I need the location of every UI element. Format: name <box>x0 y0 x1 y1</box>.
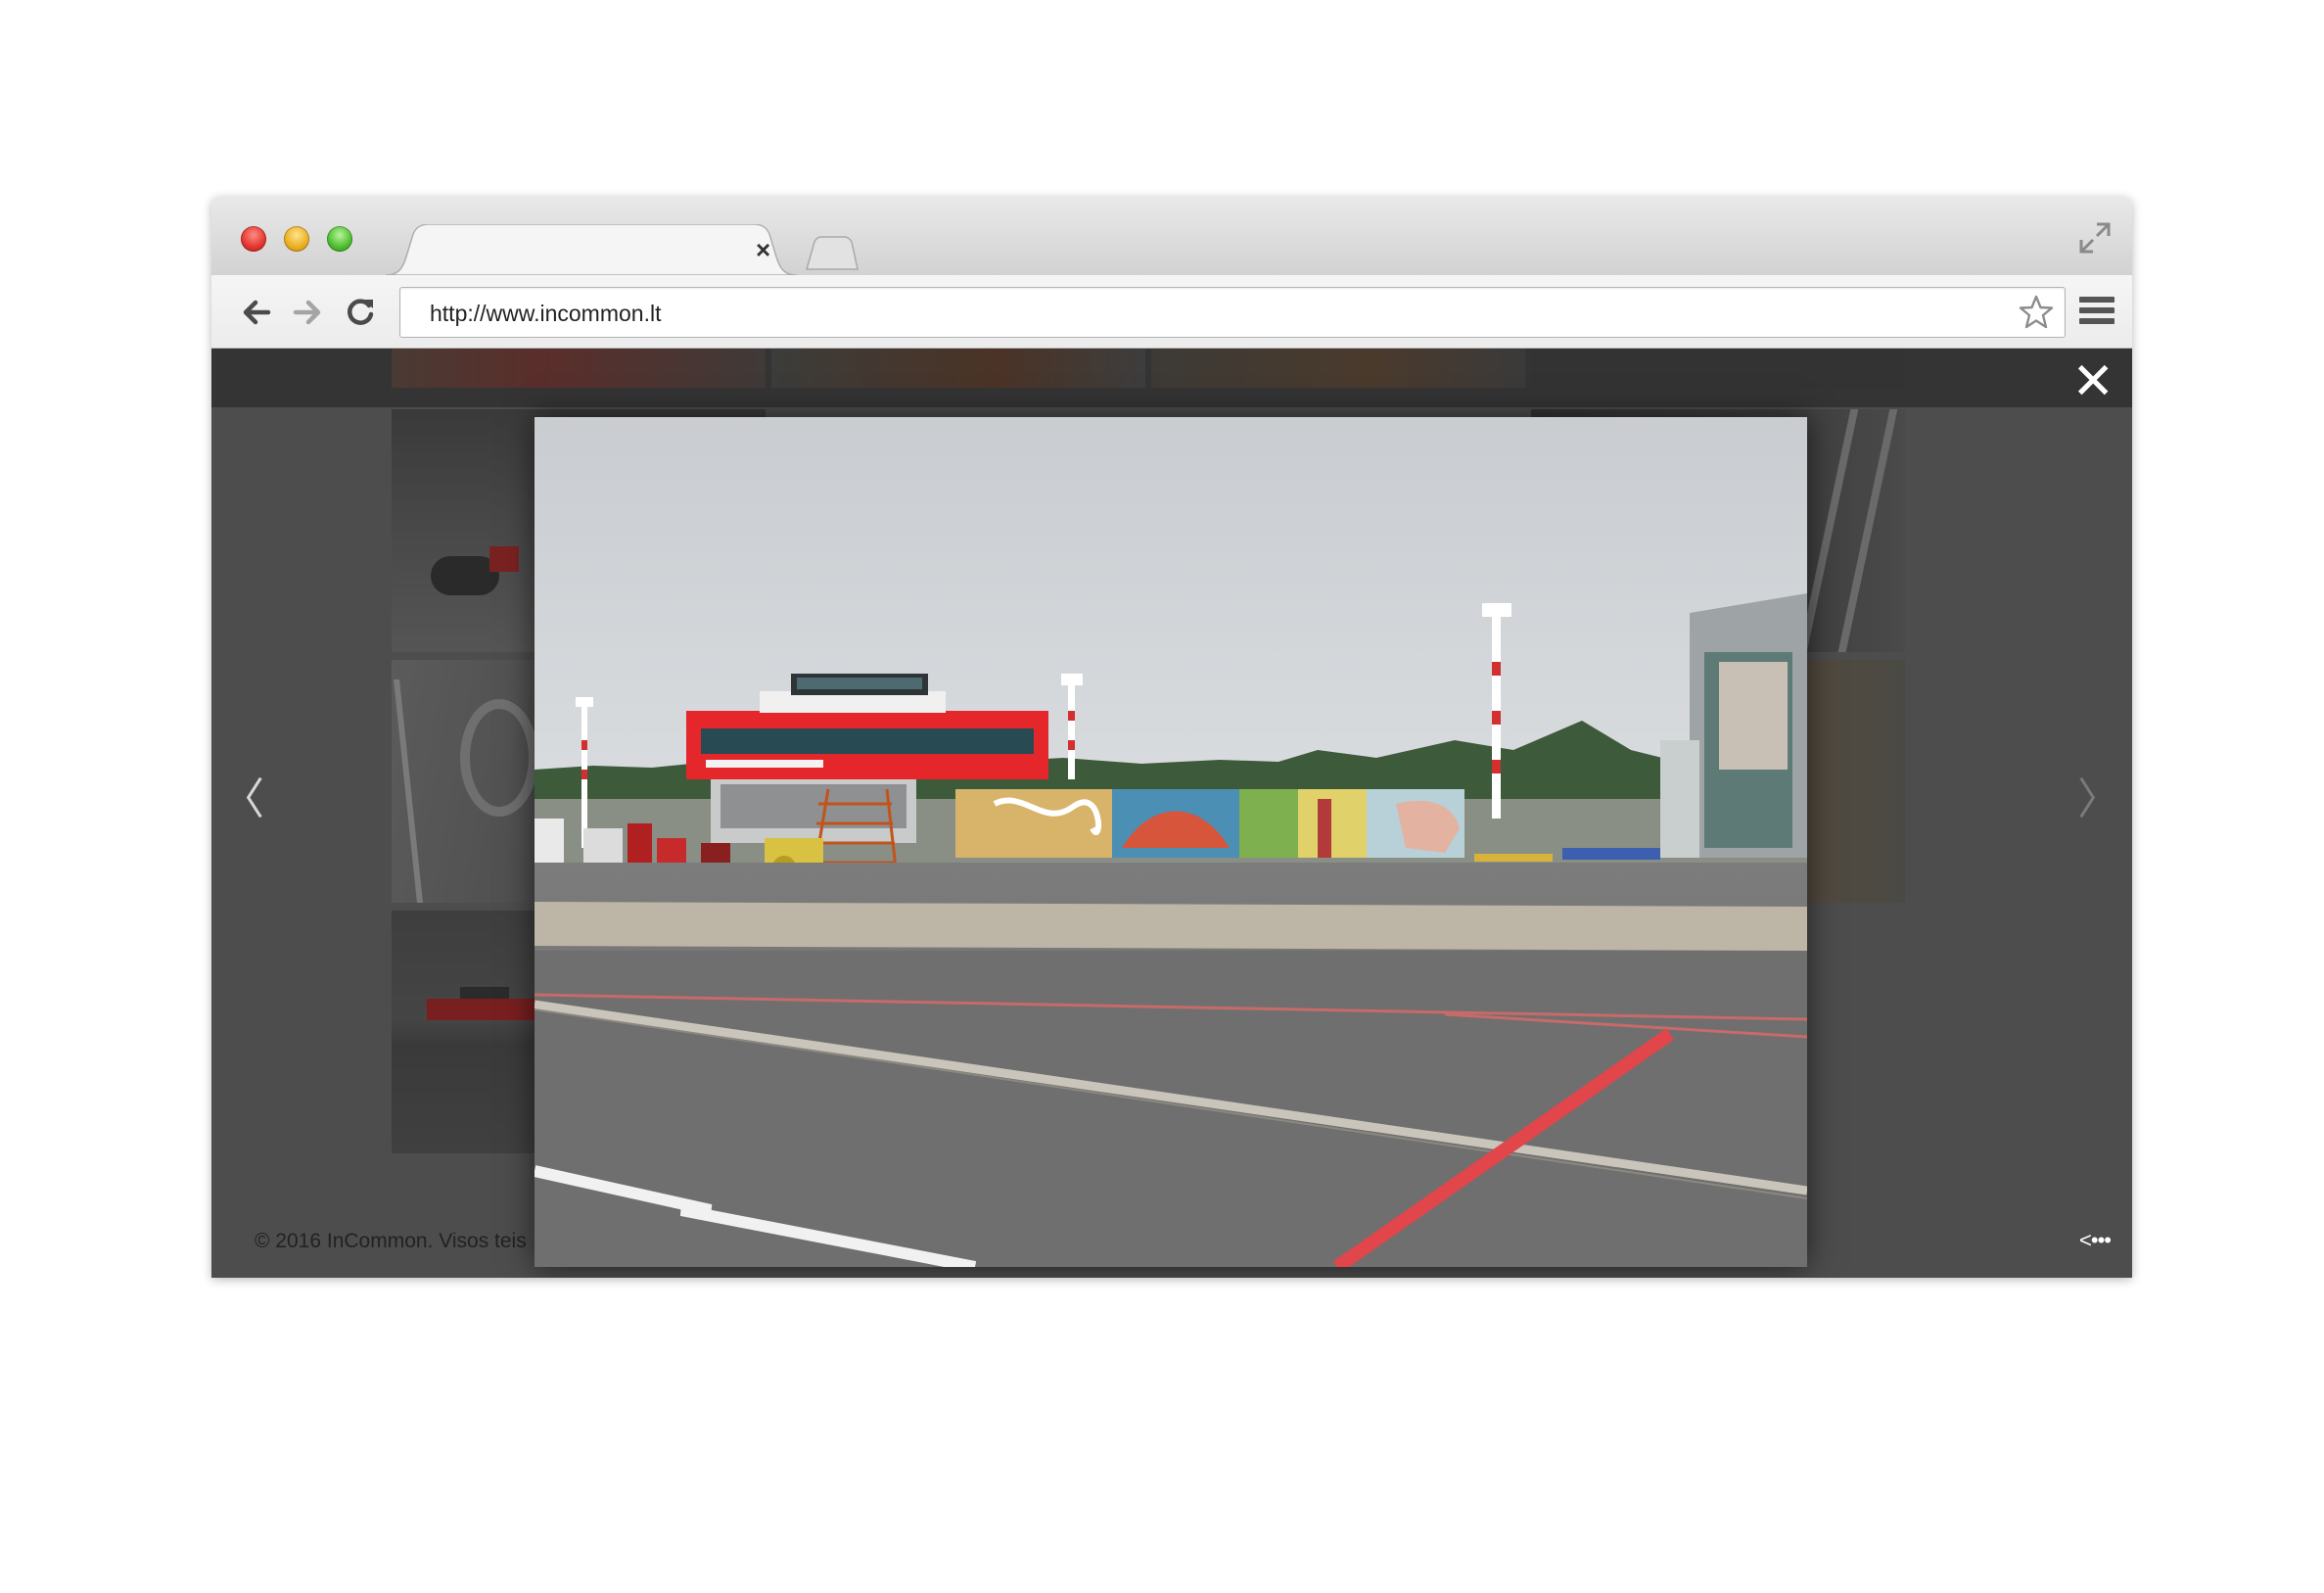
prev-image-button[interactable]: 〈 <box>221 764 264 826</box>
zoom-window-button[interactable] <box>327 226 352 252</box>
forward-arrow-icon[interactable] <box>290 295 325 330</box>
minimize-window-button[interactable] <box>284 226 309 252</box>
browser-tab[interactable]: × <box>386 224 797 275</box>
fullscreen-icon[interactable] <box>2077 220 2113 256</box>
url-text[interactable]: http://www.incommon.lt <box>430 288 661 339</box>
lightbox-close-button[interactable]: ✕ <box>2071 356 2115 407</box>
star-icon[interactable] <box>2018 294 2055 331</box>
footer-copyright: © 2016 InCommon. Visos teis <box>255 1230 527 1252</box>
browser-window: × http://www.incommon.lt ✕ 〈 〉 © 2016 In… <box>211 197 2132 1278</box>
browser-toolbar: http://www.incommon.lt <box>211 275 2132 349</box>
tab-shape <box>386 224 797 275</box>
gallery-thumbnail[interactable] <box>771 349 1145 388</box>
airport-photo <box>533 417 1808 1273</box>
more-options-icon[interactable]: <••• <box>2079 1228 2112 1253</box>
close-window-button[interactable] <box>241 226 266 252</box>
reload-icon[interactable] <box>343 295 378 330</box>
menu-icon[interactable] <box>2079 297 2115 328</box>
gallery-thumbnail[interactable] <box>1531 349 1905 388</box>
gallery-thumbnail[interactable] <box>1151 349 1525 388</box>
tab-close-icon[interactable]: × <box>756 237 770 262</box>
lightbox-photo <box>533 417 1808 1273</box>
gallery-thumbnail[interactable] <box>392 349 766 388</box>
new-tab-button[interactable] <box>805 236 860 271</box>
title-bar: × <box>211 197 2132 275</box>
page-viewport: ✕ 〈 〉 © 2016 InCommon. Visos teis <••• <box>211 349 2132 1278</box>
next-image-button[interactable]: 〉 <box>2077 764 2120 826</box>
back-arrow-icon[interactable] <box>239 295 274 330</box>
address-bar[interactable]: http://www.incommon.lt <box>399 287 2066 338</box>
